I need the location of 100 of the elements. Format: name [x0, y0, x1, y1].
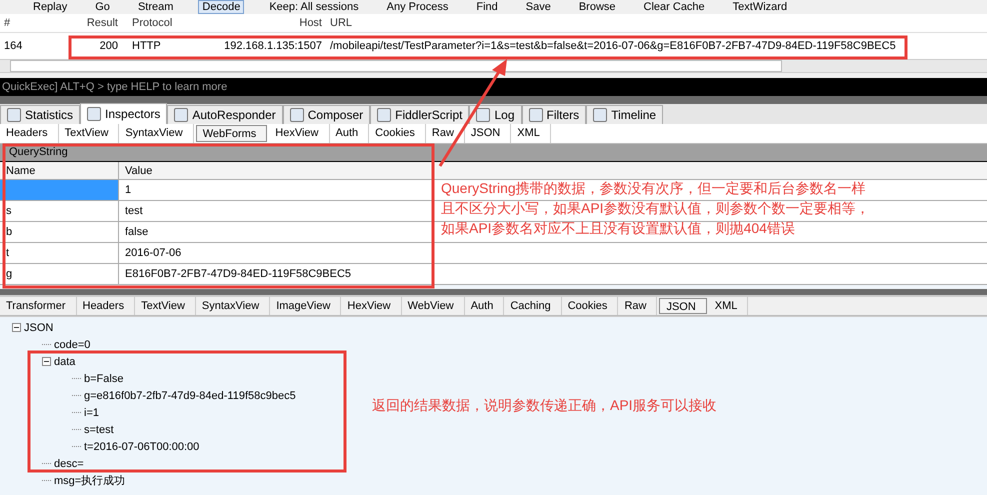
request-view-tab[interactable]: WebForms: [196, 125, 268, 142]
toolbar-button[interactable]: TextWizard: [730, 1, 790, 13]
session-protocol: HTTP: [131, 40, 162, 52]
tree-branch-line: [42, 344, 51, 345]
tree-branch-line: [72, 412, 81, 413]
inspector-tab[interactable]: Statistics: [0, 105, 80, 124]
tree-node[interactable]: i=1: [84, 406, 99, 418]
request-view-tab[interactable]: Headers: [0, 124, 59, 143]
request-view-tab[interactable]: Cookies: [369, 124, 426, 143]
response-view-tab[interactable]: TextView: [135, 297, 196, 315]
annotation-text: 返回的结果数据，说明参数传递正确，API服务可以接收: [372, 397, 717, 415]
toolbar-button[interactable]: Find: [473, 1, 501, 13]
toolbar-button[interactable]: Replay: [30, 1, 70, 13]
column-header[interactable]: Result: [74, 17, 126, 29]
toolbar-button[interactable]: Stream: [134, 1, 176, 13]
toolbar-button[interactable]: Browse: [576, 1, 619, 13]
inspector-tab[interactable]: Timeline: [586, 105, 664, 124]
tab-icon: [593, 108, 608, 122]
toolbar-button[interactable]: Go: [92, 1, 113, 13]
response-view-tab[interactable]: Auth: [464, 297, 504, 315]
collapse-icon[interactable]: [12, 323, 21, 332]
response-view-tab[interactable]: Cookies: [562, 297, 618, 315]
response-view-tab[interactable]: Raw: [618, 297, 658, 315]
request-view-tab[interactable]: TextView: [58, 124, 120, 143]
response-view-tab[interactable]: Caching: [504, 297, 562, 315]
toolbar-button[interactable]: Keep: All sessions: [266, 1, 362, 13]
session-url: /mobileapi/test/TestParameter?i=1&s=test&b=false&t=2016-07-06&g=E816F0B7-2FB7-47D9-84ED-119F58C9BEC5: [329, 40, 897, 52]
tree-branch-line: [72, 446, 81, 447]
response-view-tab[interactable]: HexView: [341, 297, 402, 315]
tree-branch-line: [42, 463, 51, 464]
param-name-cell[interactable]: t: [0, 243, 119, 263]
annotation-text: 且不区分大小写，如果API参数没有默认值，则参数个数一定要相等，: [441, 199, 870, 218]
response-view-tab[interactable]: Headers: [76, 297, 136, 315]
response-view-tab[interactable]: Transformer: [0, 297, 76, 315]
column-header[interactable]: #: [0, 17, 74, 29]
tree-branch-line: [72, 395, 81, 396]
request-view-tab[interactable]: Raw: [426, 124, 465, 143]
tree-node[interactable]: data: [54, 356, 76, 368]
param-name-cell[interactable]: g: [0, 264, 119, 284]
toolbar-button[interactable]: Decode: [198, 0, 244, 14]
param-name-cell[interactable]: [0, 180, 119, 200]
session-host: 192.168.1.135:1507: [223, 40, 322, 52]
column-header[interactable]: Protocol: [126, 17, 216, 29]
tree-node[interactable]: desc=: [54, 458, 84, 470]
quickexec-field[interactable]: QuickExec] ALT+Q > type HELP to learn more: [0, 78, 987, 96]
column-header: Name: [0, 162, 119, 179]
inspector-tab[interactable]: Inspectors: [80, 103, 168, 124]
request-view-tab[interactable]: Auth: [330, 124, 370, 143]
param-value-cell-text: test: [124, 204, 144, 219]
param-value-cell-text: E816F0B7-2FB7-47D9-84ED-119F58C9BEC5: [124, 267, 352, 282]
response-view-tab[interactable]: WebView: [402, 297, 465, 315]
request-view-tab[interactable]: XML: [511, 124, 551, 143]
tab-icon: [290, 108, 304, 122]
tab-icon: [87, 107, 102, 121]
toolbar-button[interactable]: Clear Cache: [640, 1, 708, 13]
tab-icon: [7, 108, 21, 122]
response-view-tab[interactable]: SyntaxView: [196, 297, 270, 315]
inspector-tab[interactable]: FiddlerScript: [370, 105, 470, 124]
tree-branch-line: [72, 378, 81, 379]
tree-node[interactable]: g=e816f0b7-2fb7-47d9-84ed-119f58c9bec5: [84, 390, 296, 402]
request-view-tab[interactable]: JSON: [464, 124, 512, 143]
annotation-text: QueryString携带的数据，参数没有次序，但一定要和后台参数名一样: [441, 179, 867, 198]
toolbar-button[interactable]: Any Process: [384, 1, 452, 13]
response-view-tab[interactable]: JSON: [659, 298, 707, 314]
request-view-tab[interactable]: SyntaxView: [119, 124, 194, 143]
param-name-cell[interactable]: s: [0, 201, 119, 221]
inspector-tab[interactable]: Composer: [282, 105, 370, 124]
request-view-tab[interactable]: HexView: [269, 124, 330, 143]
tree-node[interactable]: t=2016-07-06T00:00:00: [84, 440, 200, 452]
inspector-tab[interactable]: Filters: [522, 105, 586, 124]
response-view-tab[interactable]: ImageView: [270, 297, 342, 315]
tab-icon: [476, 108, 490, 122]
tab-icon: [377, 108, 392, 122]
param-value-cell-text: 1: [124, 183, 132, 198]
tree-node[interactable]: b=False: [84, 372, 124, 384]
response-view-tab[interactable]: XML: [708, 297, 748, 315]
column-header[interactable]: Host: [216, 17, 322, 29]
param-value-cell-text: false: [124, 225, 150, 240]
inspector-tab[interactable]: Log: [469, 105, 522, 124]
tree-node[interactable]: msg=执行成功: [54, 473, 126, 488]
param-name-cell[interactable]: b: [0, 222, 119, 242]
tab-icon: [528, 108, 543, 122]
collapse-icon[interactable]: [42, 357, 51, 366]
tree-node[interactable]: code=0: [54, 338, 90, 350]
annotation-text: 如果API参数名对应不上且没有设置默认值，则抛404错误: [441, 219, 796, 238]
param-value-cell-text: 2016-07-06: [124, 246, 182, 261]
tree-branch-line: [42, 480, 51, 481]
toolbar-button[interactable]: Save: [522, 1, 554, 13]
session-result: 200: [98, 40, 119, 52]
tree-node[interactable]: s=test: [84, 424, 114, 436]
querystring-title: QueryString: [0, 144, 987, 162]
tab-icon: [174, 108, 188, 122]
session-id: 164: [3, 40, 24, 52]
column-header[interactable]: URL: [322, 17, 987, 29]
splitter-bar[interactable]: [0, 289, 987, 297]
tree-node[interactable]: JSON: [24, 322, 54, 334]
tree-branch-line: [72, 429, 81, 430]
column-header: Value: [124, 164, 154, 178]
horizontal-scrollbar[interactable]: [0, 59, 987, 73]
inspector-tab[interactable]: AutoResponder: [167, 105, 283, 124]
